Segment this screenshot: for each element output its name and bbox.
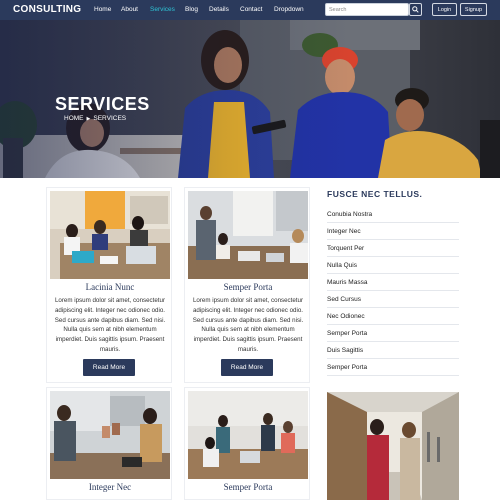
sidebar-item-duis-sagittis[interactable]: Duis Sagittis	[327, 347, 459, 359]
team-table-photo	[188, 191, 308, 279]
sidebar-item-semper-porta-2[interactable]: Semper Porta	[327, 364, 459, 376]
card-image	[50, 391, 170, 479]
login-button[interactable]: Login	[432, 3, 457, 16]
service-card: Semper Porta	[184, 387, 310, 500]
signup-button[interactable]: Signup	[460, 3, 487, 16]
sidebar-item-sed-cursus[interactable]: Sed Cursus	[327, 296, 459, 308]
breadcrumb-current: SERVICES	[93, 115, 127, 122]
high-five-photo	[50, 391, 170, 479]
search-icon	[412, 6, 419, 13]
search-button[interactable]	[409, 3, 422, 16]
breadcrumb-home[interactable]: HOME	[64, 115, 84, 122]
card-image	[188, 191, 308, 279]
card-text: Lorem ipsum dolor sit amet, consectetur …	[54, 297, 166, 353]
sidebar-item-mauris-massa[interactable]: Mauris Massa	[327, 279, 459, 291]
sidebar-title: FUSCE NEC TELLUS.	[327, 189, 423, 199]
sidebar-item-nulla-quis[interactable]: Nulla Quis	[327, 262, 459, 274]
nav-link-blog[interactable]: Blog	[185, 6, 198, 13]
card-text: Lorem ipsum dolor sit amet, consectetur …	[192, 297, 304, 353]
office-corridor-photo	[327, 392, 459, 500]
sidebar-item-nec-odionec[interactable]: Nec Odionec	[327, 313, 459, 325]
sidebar-item-conubia-nostra[interactable]: Conubia Nostra	[327, 211, 459, 223]
breadcrumb: HOME ▶ SERVICES	[64, 115, 126, 122]
nav-link-services[interactable]: Services	[150, 6, 175, 13]
sidebar-image	[327, 392, 459, 500]
group-meeting-photo	[188, 391, 308, 479]
service-card: Integer Nec	[46, 387, 172, 500]
card-title: Lacinia Nunc	[85, 282, 135, 292]
hero-banner: SERVICES HOME ▶ SERVICES	[0, 20, 500, 178]
office-meeting-photo	[50, 191, 170, 279]
card-image	[188, 391, 308, 479]
page-title: SERVICES	[55, 94, 150, 114]
card-title: Semper Porta	[223, 282, 273, 292]
nav-link-dropdown[interactable]: Dropdown	[274, 6, 304, 13]
navbar: CONSULTING Home About Services Blog Deta…	[0, 0, 500, 20]
brand-logo[interactable]: CONSULTING	[13, 4, 81, 15]
card-title: Integer Nec	[88, 482, 132, 492]
card-title: Semper Porta	[223, 482, 273, 492]
card-image	[50, 191, 170, 279]
nav-link-contact[interactable]: Contact	[240, 6, 262, 13]
service-card: Lacinia Nunc Lorem ipsum dolor sit amet,…	[46, 187, 172, 383]
sidebar-item-integer-nec[interactable]: Integer Nec	[327, 228, 459, 240]
nav-link-about[interactable]: About	[121, 6, 138, 13]
chevron-right-icon: ▶	[86, 115, 91, 122]
read-more-button[interactable]: Read More	[83, 359, 135, 376]
search-input[interactable]	[325, 3, 409, 16]
sidebar-item-torquent-per[interactable]: Torquent Per	[327, 245, 459, 257]
read-more-button[interactable]: Read More	[221, 359, 273, 376]
nav-link-home[interactable]: Home	[94, 6, 111, 13]
nav-link-details[interactable]: Details	[209, 6, 229, 13]
service-card: Semper Porta Lorem ipsum dolor sit amet,…	[184, 187, 310, 383]
sidebar-item-semper-porta[interactable]: Semper Porta	[327, 330, 459, 342]
